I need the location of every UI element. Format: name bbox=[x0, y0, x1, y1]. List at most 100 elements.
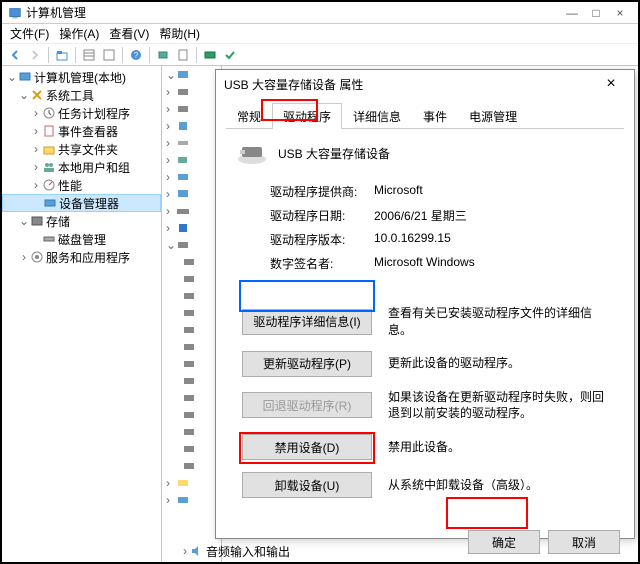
list-item[interactable]: › bbox=[162, 491, 221, 508]
properties-button[interactable] bbox=[174, 46, 192, 64]
list-item[interactable]: ⌄ bbox=[162, 236, 221, 253]
menu-action[interactable]: 操作(A) bbox=[55, 23, 103, 44]
close-icon: × bbox=[606, 75, 615, 93]
cancel-button[interactable]: 取消 bbox=[548, 530, 620, 554]
menu-view[interactable]: 查看(V) bbox=[105, 23, 153, 44]
update-driver-button[interactable]: 更新驱动程序(P) bbox=[242, 351, 372, 377]
device-icon bbox=[182, 324, 196, 336]
menu-file[interactable]: 文件(F) bbox=[6, 23, 53, 44]
expander-icon: ⌄ bbox=[166, 238, 176, 252]
action-desc: 更新此设备的驱动程序。 bbox=[388, 355, 614, 372]
list-item[interactable] bbox=[162, 338, 221, 355]
expander-icon: › bbox=[166, 170, 176, 184]
tab-events[interactable]: 事件 bbox=[412, 103, 458, 129]
tree-label: 计算机管理(本地) bbox=[34, 69, 126, 86]
disable-device-button[interactable]: 禁用设备(D) bbox=[242, 434, 372, 460]
nav-tree: ⌄计算机管理(本地) ⌄ 系统工具 ›任务计划程序 › 事件查看器 ›共享文件夹 ›… bbox=[2, 66, 162, 562]
ok-button[interactable]: 确定 bbox=[468, 530, 540, 554]
back-button[interactable] bbox=[6, 46, 24, 64]
tab-details[interactable]: 详细信息 bbox=[342, 103, 412, 129]
expander-icon: › bbox=[30, 106, 42, 120]
tree-services[interactable]: ›服务和应用程序 bbox=[2, 248, 161, 266]
tree-shared[interactable]: ›共享文件夹 bbox=[2, 140, 161, 158]
driver-details-button[interactable]: 驱动程序详细信息(I) bbox=[242, 309, 372, 335]
list-item[interactable]: ⌄ bbox=[162, 66, 221, 83]
list-item[interactable] bbox=[162, 389, 221, 406]
expander-icon: › bbox=[30, 124, 42, 138]
expander-icon: ⌄ bbox=[18, 88, 30, 102]
forward-button[interactable] bbox=[26, 46, 44, 64]
expander-icon: › bbox=[30, 160, 42, 174]
tree-storage[interactable]: ⌄存储 bbox=[2, 212, 161, 230]
tree-devmgr[interactable]: 设备管理器 bbox=[2, 194, 161, 212]
maximize-button[interactable]: □ bbox=[584, 6, 608, 20]
info-signer: 数字签名者:Microsoft Windows bbox=[270, 255, 614, 272]
tree-label: 系统工具 bbox=[46, 87, 94, 104]
list-item[interactable] bbox=[162, 355, 221, 372]
device-name: USB 大容量存储设备 bbox=[278, 145, 390, 162]
list-item[interactable] bbox=[162, 287, 221, 304]
list-item[interactable] bbox=[162, 321, 221, 338]
refresh-button[interactable] bbox=[100, 46, 118, 64]
enable-button[interactable] bbox=[221, 46, 239, 64]
users-icon bbox=[42, 160, 56, 174]
list-item[interactable]: › bbox=[162, 151, 221, 168]
hid-icon bbox=[176, 239, 190, 251]
dialog-buttons: 确定 取消 bbox=[216, 522, 634, 562]
device-icon bbox=[182, 358, 196, 370]
list-item[interactable] bbox=[162, 270, 221, 287]
tree-tasksched[interactable]: ›任务计划程序 bbox=[2, 104, 161, 122]
tree-systools[interactable]: ⌄ 系统工具 bbox=[2, 86, 161, 104]
list-item[interactable] bbox=[162, 406, 221, 423]
device-icon bbox=[176, 86, 190, 98]
tab-general[interactable]: 常规 bbox=[226, 103, 272, 129]
tab-driver[interactable]: 驱动程序 bbox=[272, 103, 342, 129]
info-value: 2006/6/21 星期三 bbox=[374, 207, 467, 224]
list-item[interactable] bbox=[162, 253, 221, 270]
tree-eventviewer[interactable]: › 事件查看器 bbox=[2, 122, 161, 140]
list-item[interactable]: › bbox=[162, 185, 221, 202]
view-button[interactable] bbox=[80, 46, 98, 64]
expander-icon: › bbox=[30, 178, 42, 192]
list-item[interactable] bbox=[162, 423, 221, 440]
list-item[interactable] bbox=[162, 440, 221, 457]
window-close-button[interactable]: × bbox=[608, 6, 632, 20]
tree-localusers[interactable]: ›本地用户和组 bbox=[2, 158, 161, 176]
action-desc: 查看有关已安装驱动程序文件的详细信息。 bbox=[388, 305, 614, 339]
computer-icon bbox=[18, 70, 32, 84]
action-uninstall-device: 卸载设备(U) 从系统中卸载设备（高级）。 bbox=[242, 472, 614, 498]
list-item[interactable]: › bbox=[162, 219, 221, 236]
device-button[interactable] bbox=[201, 46, 219, 64]
up-button[interactable] bbox=[53, 46, 71, 64]
action-driver-details: 驱动程序详细信息(I) 查看有关已安装驱动程序文件的详细信息。 bbox=[242, 305, 614, 339]
dialog-close-button[interactable]: × bbox=[596, 73, 626, 95]
list-item[interactable]: › bbox=[162, 83, 221, 100]
tree-root[interactable]: ⌄计算机管理(本地) bbox=[2, 68, 161, 86]
list-item[interactable] bbox=[162, 457, 221, 474]
action-update-driver: 更新驱动程序(P) 更新此设备的驱动程序。 bbox=[242, 351, 614, 377]
list-item[interactable]: › bbox=[162, 474, 221, 491]
menu-help[interactable]: 帮助(H) bbox=[155, 23, 204, 44]
info-label: 驱动程序版本: bbox=[270, 231, 374, 248]
list-item[interactable] bbox=[162, 372, 221, 389]
list-item[interactable] bbox=[162, 304, 221, 321]
monitor-icon bbox=[176, 188, 190, 200]
uninstall-device-button[interactable]: 卸载设备(U) bbox=[242, 472, 372, 498]
toolbar-separator bbox=[149, 47, 150, 63]
help-button[interactable]: ? bbox=[127, 46, 145, 64]
window-title: 计算机管理 bbox=[26, 4, 560, 21]
tree-perf[interactable]: ›性能 bbox=[2, 176, 161, 194]
list-item[interactable]: › bbox=[162, 168, 221, 185]
tree-label: 事件查看器 bbox=[58, 123, 118, 140]
device-icon bbox=[182, 392, 196, 404]
expander-icon: › bbox=[166, 102, 176, 116]
list-item[interactable]: › bbox=[162, 134, 221, 151]
list-item[interactable]: › bbox=[162, 117, 221, 134]
tab-power[interactable]: 电源管理 bbox=[458, 103, 528, 129]
minimize-button[interactable]: — bbox=[560, 6, 584, 20]
tree-diskmgr[interactable]: 磁盘管理 bbox=[2, 230, 161, 248]
list-item[interactable]: › bbox=[162, 202, 221, 219]
list-item[interactable]: › bbox=[162, 100, 221, 117]
scan-button[interactable] bbox=[154, 46, 172, 64]
svg-text:?: ? bbox=[134, 51, 139, 60]
